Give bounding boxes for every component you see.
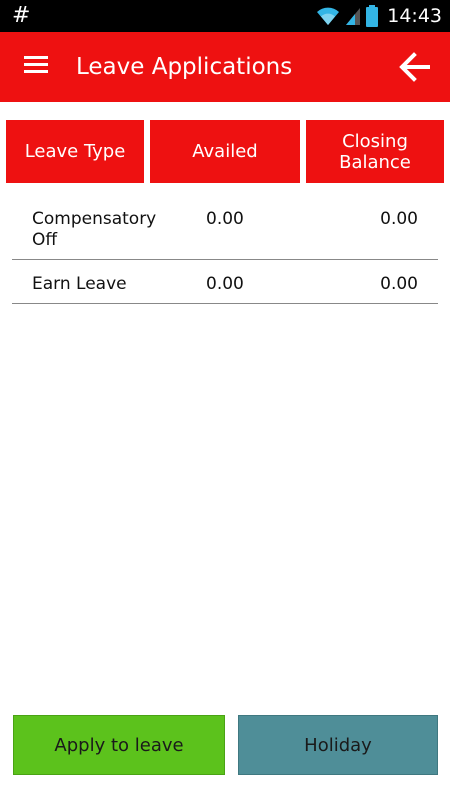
notification-hash-icon: # xyxy=(12,3,31,28)
back-arrow-icon[interactable] xyxy=(396,48,434,86)
header-leave-type: Leave Type xyxy=(6,120,144,183)
table-row: Compensatory Off 0.00 0.00 xyxy=(12,200,438,260)
status-icons: 14:43 xyxy=(316,0,442,32)
closing-balance-cell: 0.00 xyxy=(380,209,418,229)
status-time: 14:43 xyxy=(387,5,442,27)
status-bar: # 14:43 xyxy=(0,0,450,32)
app-bar: Leave Applications xyxy=(0,32,450,102)
leave-type-cell: Earn Leave xyxy=(32,274,127,294)
apply-to-leave-button[interactable]: Apply to leave xyxy=(13,715,225,775)
menu-icon[interactable] xyxy=(16,52,56,82)
signal-icon xyxy=(346,8,361,25)
leave-type-cell: Compensatory Off xyxy=(32,209,157,250)
availed-cell: 0.00 xyxy=(206,209,244,229)
header-availed: Availed xyxy=(150,120,300,183)
page-title: Leave Applications xyxy=(76,54,293,80)
wifi-icon xyxy=(317,7,340,25)
table-header: Leave Type Availed Closing Balance xyxy=(6,120,444,183)
header-closing-balance: Closing Balance xyxy=(306,120,444,183)
availed-cell: 0.00 xyxy=(206,274,244,294)
battery-icon xyxy=(366,5,379,27)
table-row: Earn Leave 0.00 0.00 xyxy=(12,260,438,304)
closing-balance-cell: 0.00 xyxy=(380,274,418,294)
holiday-button[interactable]: Holiday xyxy=(238,715,438,775)
